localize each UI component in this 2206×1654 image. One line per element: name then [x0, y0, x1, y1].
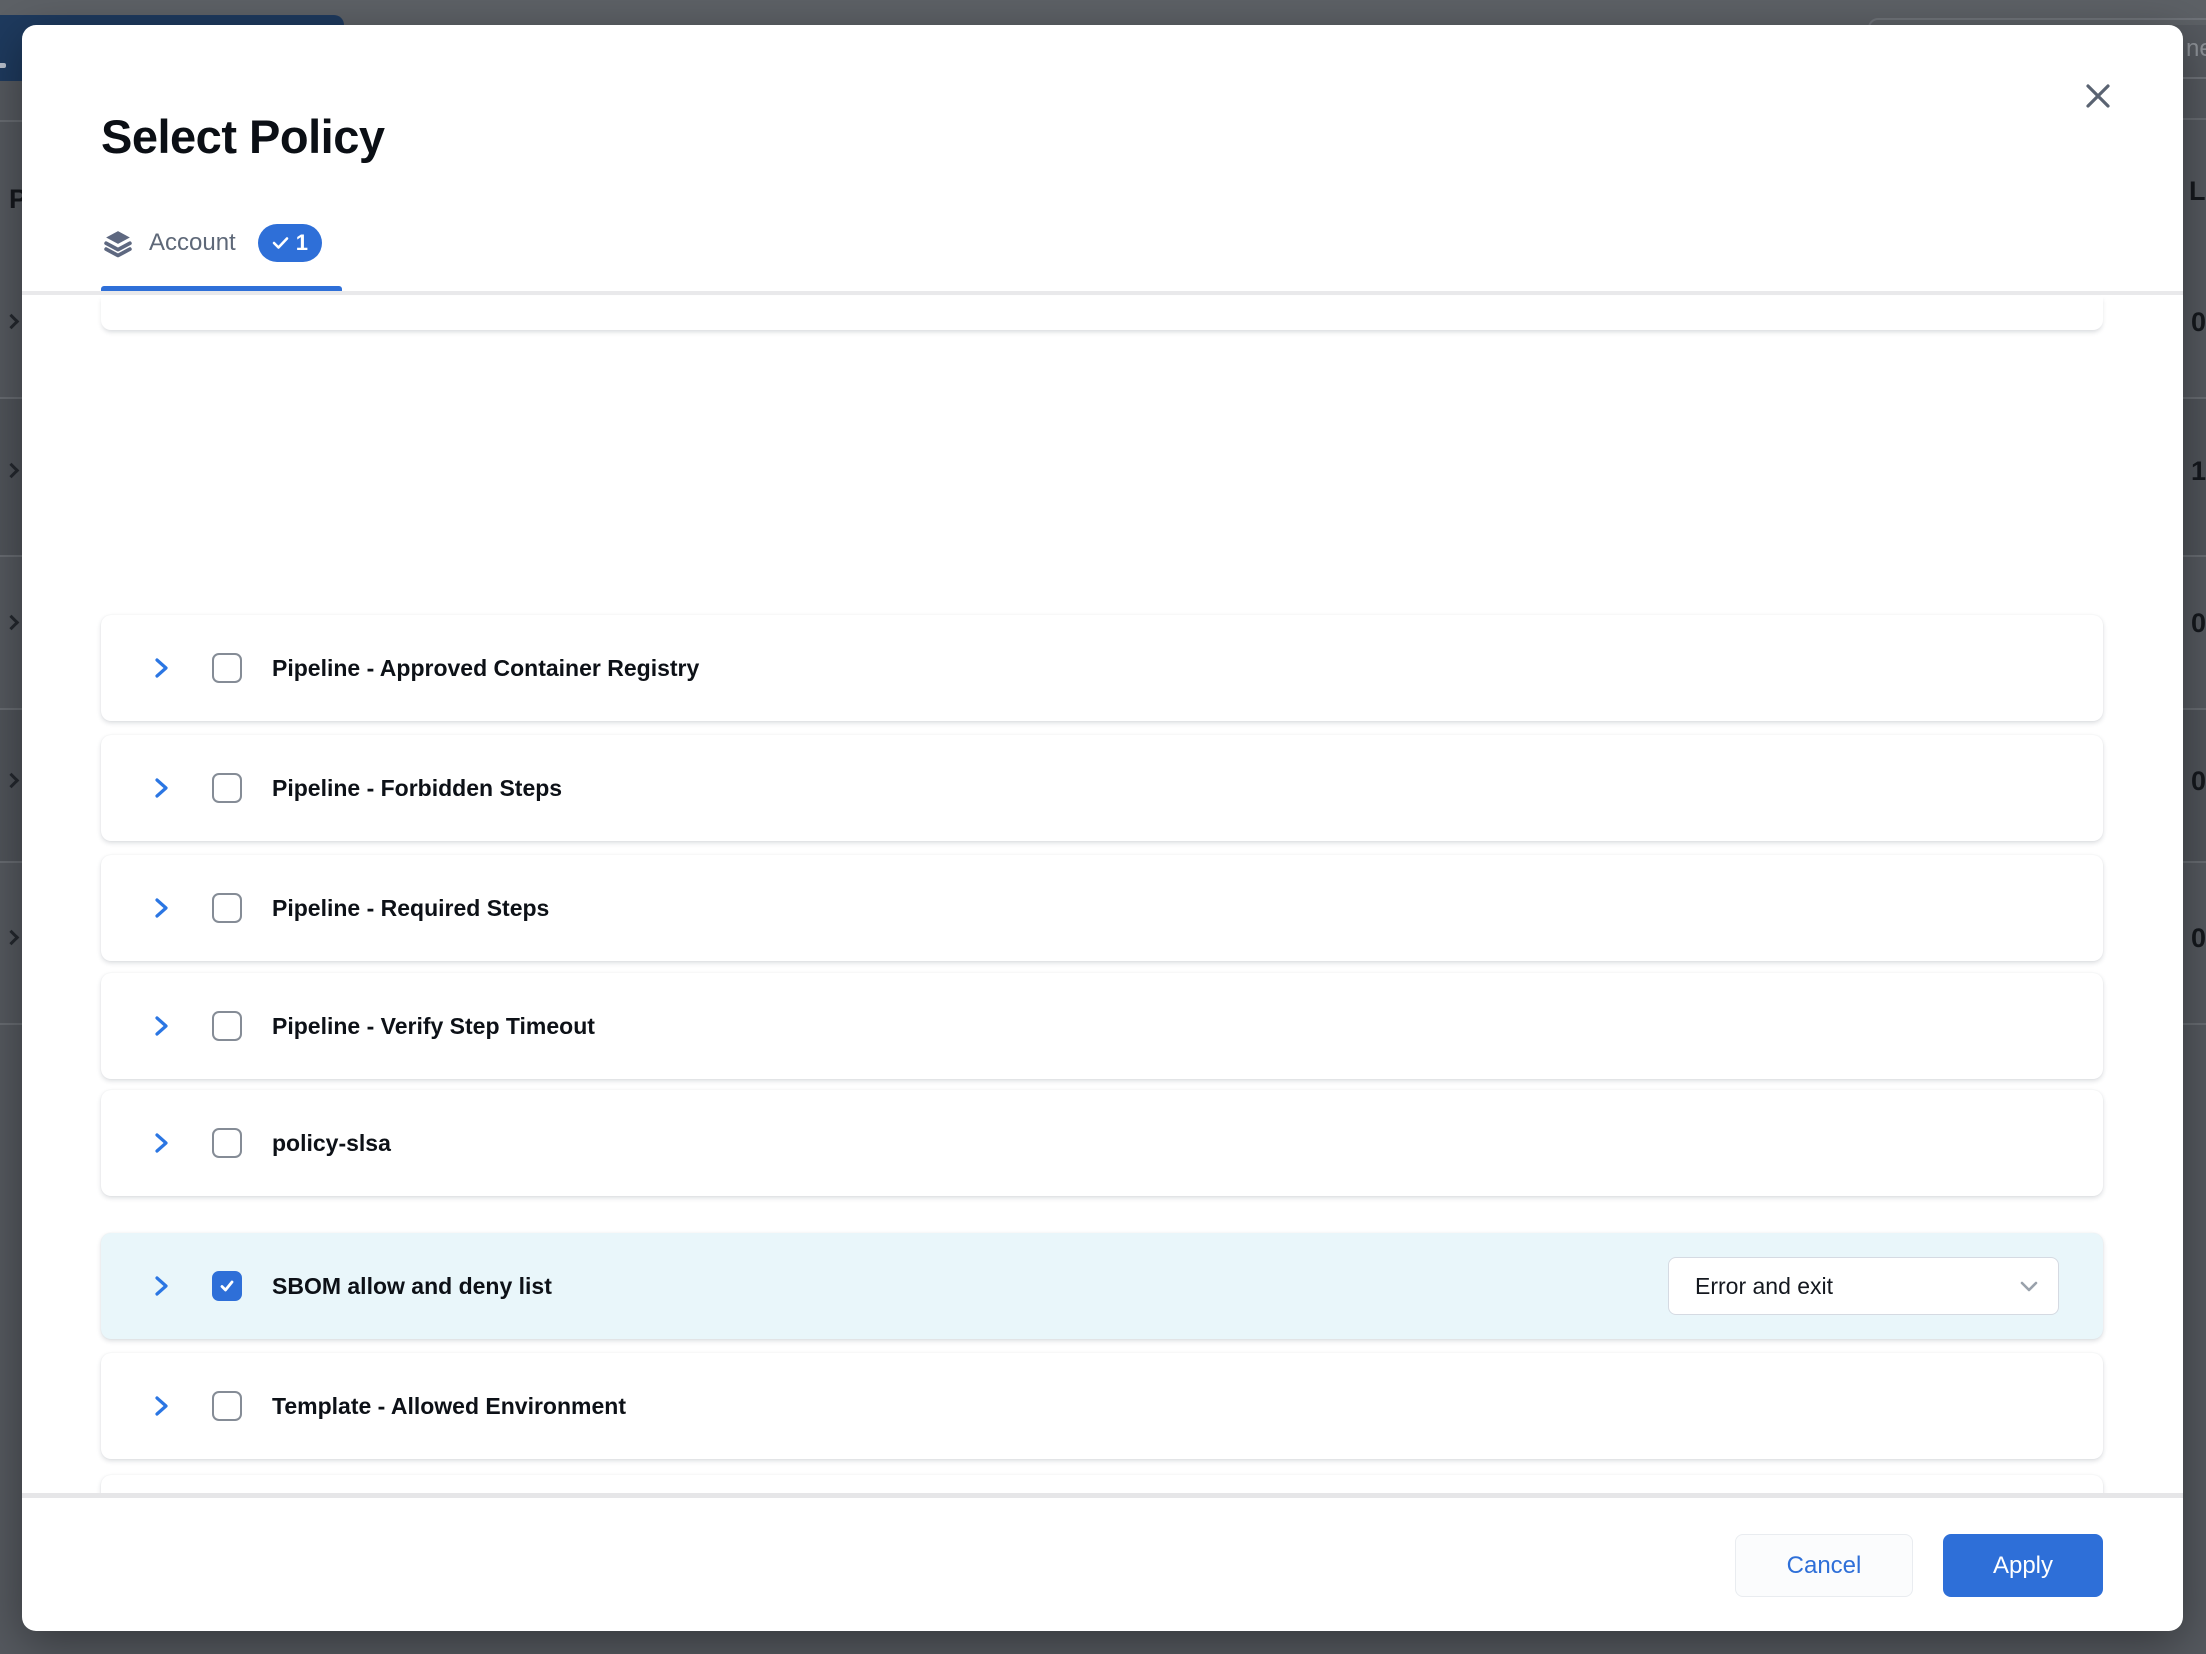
background-row-line [0, 1023, 22, 1025]
cancel-button[interactable]: Cancel [1735, 1534, 1913, 1597]
background-cell-value: 0 [2191, 766, 2206, 796]
select-policy-modal: Select Policy Account 1 Pip [22, 25, 2183, 1631]
policy-row: Pipeline - Verify Step Timeout [101, 973, 2103, 1079]
expand-chevron-button[interactable] [148, 1273, 174, 1299]
background-row-line [0, 861, 22, 863]
policy-checkbox[interactable] [212, 893, 242, 923]
action-select[interactable]: Error and exit [1668, 1257, 2059, 1315]
layers-icon [103, 228, 133, 258]
policy-label: Pipeline - Forbidden Steps [272, 775, 562, 802]
policy-row: Pipeline - Required Steps [101, 855, 2103, 961]
policy-row: policy-slsa [101, 1090, 2103, 1196]
chevron-right-icon [148, 1393, 174, 1419]
policy-row: Template - Allowed Environment [101, 1353, 2103, 1459]
policy-label: Template - Allowed Environment [272, 1393, 626, 1420]
policy-checkbox[interactable] [212, 653, 242, 683]
chevron-down-icon [2020, 1281, 2038, 1292]
tab-label: Account [149, 229, 236, 257]
background-row-line [0, 555, 22, 557]
background-cell-value: 0 [2191, 608, 2206, 638]
policy-label: Pipeline - Approved Container Registry [272, 655, 699, 682]
policy-label: policy-slsa [272, 1130, 391, 1157]
policy-row-partial [101, 296, 2103, 330]
policy-label: SBOM allow and deny list [272, 1273, 552, 1300]
expand-chevron-button[interactable] [148, 1013, 174, 1039]
expand-chevron-button[interactable] [148, 775, 174, 801]
action-select-value: Error and exit [1695, 1273, 1833, 1300]
policy-row: Pipeline - Approved Container Registry [101, 615, 2103, 721]
expand-chevron-button[interactable] [148, 1393, 174, 1419]
background-divider [2183, 118, 2206, 120]
expand-chevron-button[interactable] [148, 895, 174, 921]
policy-checkbox[interactable] [212, 1011, 242, 1041]
background-cell-value: 1 [2191, 456, 2206, 486]
policy-row: Pipeline - Forbidden Steps [101, 735, 2103, 841]
chevron-right-icon [148, 1013, 174, 1039]
policy-label: Pipeline - Verify Step Timeout [272, 1013, 595, 1040]
page-title: Select Policy [101, 109, 385, 164]
policy-row: Template - Approval [101, 1475, 2103, 1493]
background-row-line [0, 708, 22, 710]
background-row-caret-icon [4, 615, 20, 631]
tab-account[interactable]: Account 1 [103, 224, 322, 262]
close-button[interactable] [2080, 78, 2116, 114]
background-row-caret-icon [4, 930, 20, 946]
background-row-line [2183, 1023, 2206, 1025]
screen: ne P L 0 1 0 0 0 Select Policy [0, 0, 2206, 1654]
policy-row: SBOM allow and deny list Error and exit [101, 1233, 2103, 1339]
background-row-line [2183, 708, 2206, 710]
background-row-line [2183, 861, 2206, 863]
plus-icon [0, 51, 8, 80]
check-icon [272, 236, 289, 250]
policy-list: Pipeline - Approved Container Registry P… [22, 295, 2183, 1493]
selected-count-badge: 1 [258, 224, 322, 262]
chevron-right-icon [148, 775, 174, 801]
policy-checkbox[interactable] [212, 1271, 242, 1301]
chevron-right-icon [148, 895, 174, 921]
policy-checkbox[interactable] [212, 1128, 242, 1158]
check-icon [218, 1277, 236, 1295]
background-cell-value: 0 [2191, 923, 2206, 953]
background-row-caret-icon [4, 314, 20, 330]
policy-checkbox[interactable] [212, 773, 242, 803]
background-row-line [2183, 397, 2206, 399]
chevron-right-icon [148, 1273, 174, 1299]
close-icon [2084, 82, 2112, 110]
chevron-right-icon [148, 655, 174, 681]
expand-chevron-button[interactable] [148, 655, 174, 681]
background-divider [0, 120, 22, 122]
chevron-right-icon [148, 1130, 174, 1156]
background-row-line [0, 397, 22, 399]
background-row-line [2183, 555, 2206, 557]
background-button-text-fragment: ne [2186, 34, 2206, 64]
policy-label: Pipeline - Required Steps [272, 895, 549, 922]
background-cell-value: 0 [2191, 307, 2206, 337]
policy-checkbox[interactable] [212, 1391, 242, 1421]
badge-count: 1 [296, 230, 308, 256]
apply-button[interactable]: Apply [1943, 1534, 2103, 1597]
background-right-column-header: L [2189, 176, 2206, 206]
expand-chevron-button[interactable] [148, 1130, 174, 1156]
footer-divider [22, 1493, 2183, 1498]
